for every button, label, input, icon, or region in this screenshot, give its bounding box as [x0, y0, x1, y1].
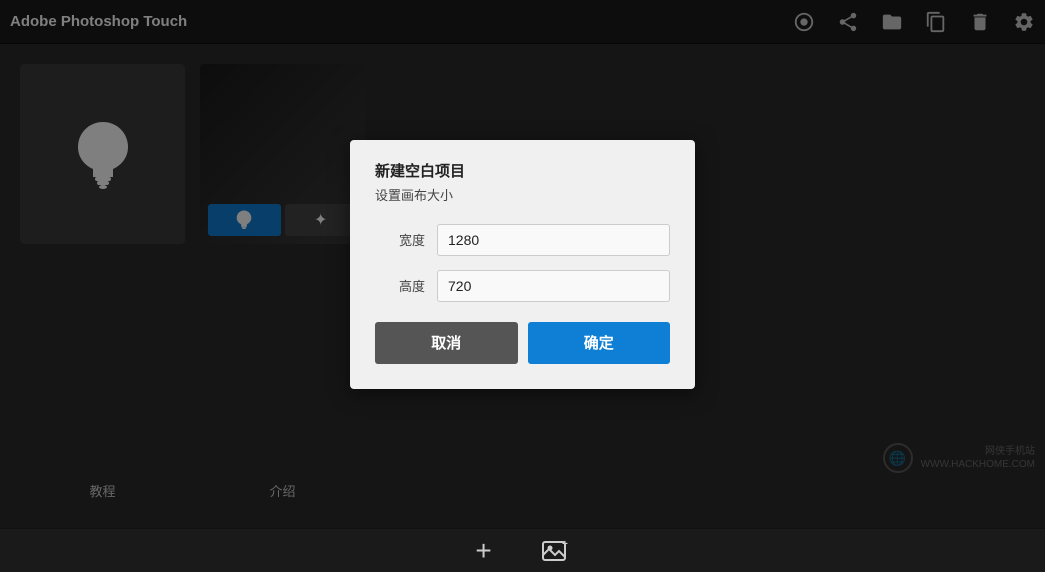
height-input[interactable]: [437, 270, 670, 302]
height-label: 高度: [375, 276, 425, 295]
bottom-bar: + +: [0, 528, 1045, 572]
dialog-buttons: 取消 确定: [375, 322, 670, 364]
add-project-button[interactable]: +: [475, 535, 491, 567]
dialog-title: 新建空白项目: [375, 160, 670, 181]
import-image-button[interactable]: +: [542, 539, 570, 563]
svg-text:+: +: [562, 539, 568, 550]
confirm-button[interactable]: 确定: [528, 322, 671, 364]
modal-overlay: 新建空白项目 设置画布大小 宽度 高度 取消 确定: [0, 0, 1045, 528]
height-row: 高度: [375, 270, 670, 302]
width-row: 宽度: [375, 224, 670, 256]
width-label: 宽度: [375, 230, 425, 249]
dialog-subtitle: 设置画布大小: [375, 185, 670, 204]
new-project-dialog: 新建空白项目 设置画布大小 宽度 高度 取消 确定: [350, 140, 695, 389]
width-input[interactable]: [437, 224, 670, 256]
cancel-button[interactable]: 取消: [375, 322, 518, 364]
